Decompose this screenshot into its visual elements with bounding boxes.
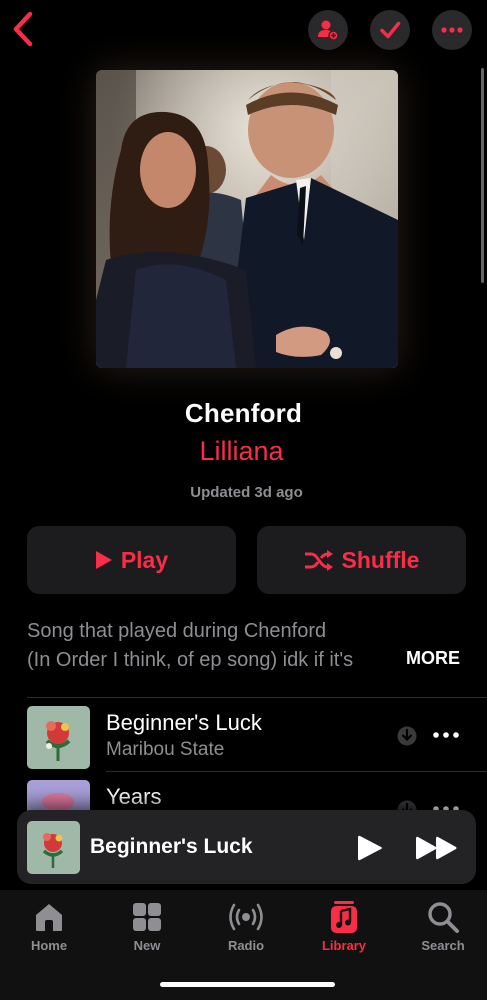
- playlist-artwork: [96, 70, 398, 368]
- play-icon[interactable]: [357, 834, 383, 862]
- scroll-indicator[interactable]: [481, 68, 484, 283]
- home-indicator[interactable]: [160, 982, 335, 987]
- playlist-curator[interactable]: Lilliana: [0, 436, 487, 467]
- done-button[interactable]: [370, 10, 410, 50]
- track-row[interactable]: Beginner's Luck Maribou State: [0, 700, 487, 772]
- playlist-description: Song that played during Chenford (In Ord…: [27, 617, 437, 675]
- fast-forward-icon[interactable]: [416, 835, 458, 861]
- playlist-updated: Updated 3d ago: [190, 484, 303, 501]
- tab-label: Radio: [227, 938, 265, 953]
- music-library-icon: [331, 901, 357, 933]
- track-more-icon[interactable]: [432, 728, 460, 742]
- tab-library[interactable]: Library: [304, 900, 384, 953]
- playlist-title: Chenford: [184, 398, 303, 428]
- person-add-icon: [318, 20, 339, 41]
- more-options-button[interactable]: [432, 10, 472, 50]
- top-bar: [0, 8, 487, 50]
- grid-icon: [133, 903, 161, 931]
- description-more-link[interactable]: MORE: [406, 648, 460, 669]
- play-icon: [95, 551, 112, 569]
- chevron-left-icon: [13, 11, 33, 47]
- tab-radio[interactable]: Radio: [206, 900, 286, 953]
- description-line-2: (In Order I think, of ep song) idk if it…: [27, 649, 354, 671]
- description-line-1: Song that played during Chenford: [27, 620, 327, 642]
- track-title: Years: [106, 784, 162, 809]
- home-icon: [36, 904, 62, 931]
- search-icon: [428, 902, 459, 933]
- divider: [27, 697, 487, 698]
- back-button[interactable]: [10, 10, 36, 48]
- tab-home[interactable]: Home: [9, 900, 89, 953]
- divider: [106, 771, 487, 772]
- now-playing-title: Beginner's Luck: [90, 835, 253, 858]
- shuffle-label: Shuffle: [341, 546, 420, 573]
- tab-label: Home: [30, 938, 68, 953]
- mini-player[interactable]: Beginner's Luck: [17, 810, 476, 884]
- radio-icon: [229, 903, 263, 931]
- track-artwork: [27, 706, 90, 769]
- tab-label: Library: [321, 938, 367, 953]
- shuffle-icon: [304, 550, 333, 571]
- shuffle-button[interactable]: Shuffle: [257, 526, 466, 594]
- add-collaborator-button[interactable]: [308, 10, 348, 50]
- checkmark-icon: [380, 21, 401, 39]
- tab-label: Search: [421, 938, 465, 953]
- tab-new[interactable]: New: [107, 900, 187, 953]
- play-button[interactable]: Play: [27, 526, 236, 594]
- now-playing-artwork: [27, 821, 80, 874]
- tab-search[interactable]: Search: [403, 900, 483, 953]
- downloaded-icon: [397, 726, 417, 746]
- track-artist: Maribou State: [106, 739, 225, 760]
- tab-label: New: [133, 938, 161, 953]
- play-label: Play: [120, 546, 169, 573]
- ellipsis-icon: [441, 27, 463, 33]
- track-title: Beginner's Luck: [106, 710, 262, 735]
